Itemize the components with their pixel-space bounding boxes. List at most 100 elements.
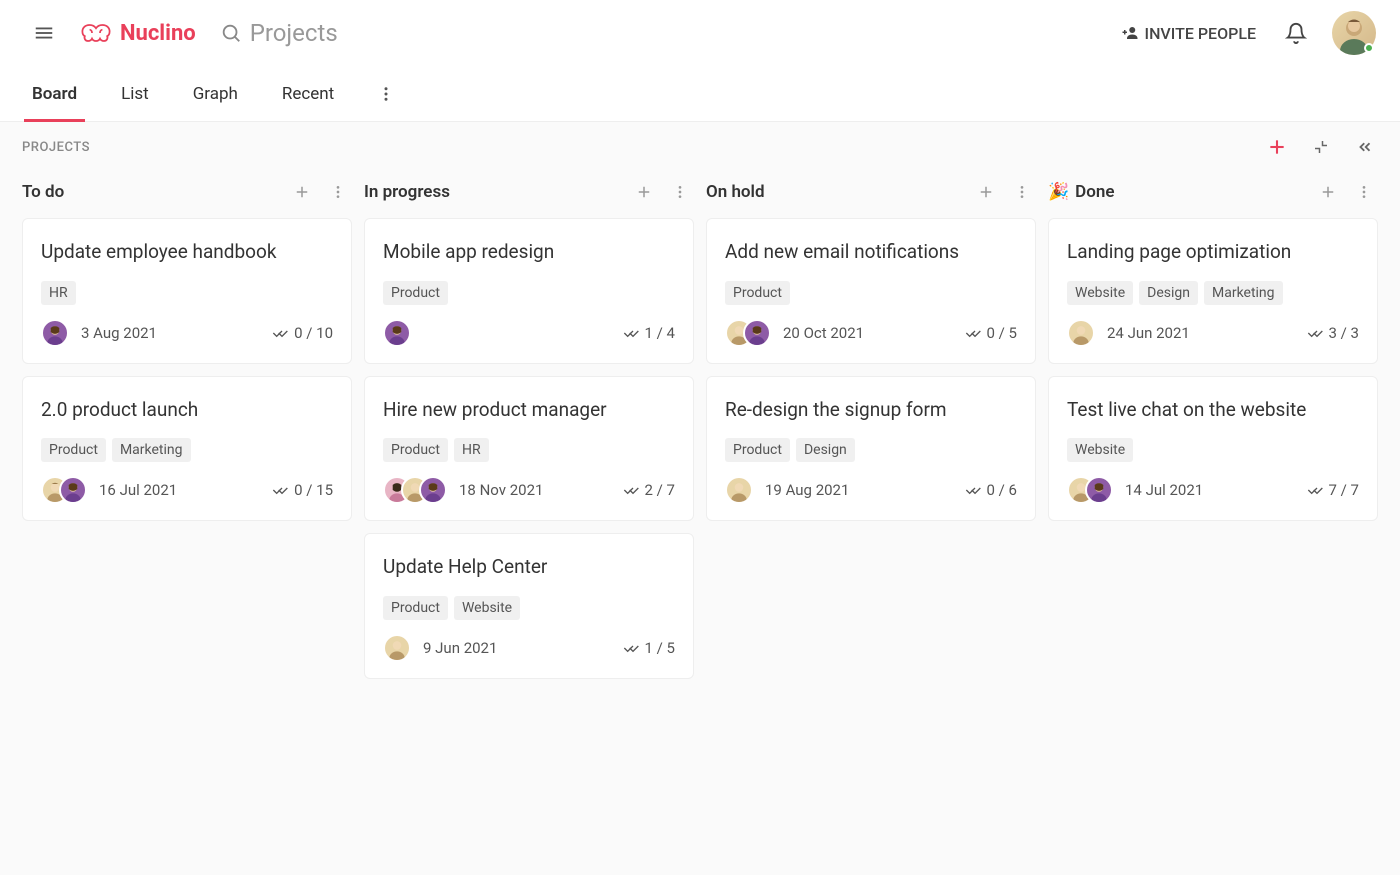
tag: Marketing (112, 438, 191, 462)
card-avatars (383, 319, 411, 347)
card[interactable]: Landing page optimization WebsiteDesignM… (1048, 218, 1378, 364)
column-done: 🎉 Done Landing page optimization Website… (1048, 172, 1378, 691)
board-header: PROJECTS (0, 122, 1400, 172)
avatar (725, 476, 753, 504)
checklist-icon (1307, 482, 1323, 498)
tab-label: Graph (193, 84, 238, 104)
app-header: Nuclino Projects INVITE PEOPLE (0, 0, 1400, 66)
card-date: 20 Oct 2021 (783, 324, 864, 342)
tab-list[interactable]: List (113, 66, 157, 122)
column-add-button[interactable] (1314, 178, 1342, 206)
add-button[interactable] (1264, 134, 1290, 160)
collapse-icon (1312, 138, 1330, 156)
card-title: Landing page optimization (1067, 239, 1359, 265)
plus-icon (635, 183, 653, 201)
tab-more-button[interactable] (370, 78, 402, 110)
tag: Marketing (1204, 281, 1283, 305)
notifications-button[interactable] (1276, 13, 1316, 53)
app-name: Nuclino (120, 21, 196, 46)
more-vertical-icon (330, 184, 346, 200)
avatar (383, 319, 411, 347)
search-icon (220, 22, 242, 44)
column-more-button[interactable] (324, 178, 352, 206)
avatar (59, 476, 87, 504)
avatar (1085, 476, 1113, 504)
checklist-icon (623, 325, 639, 341)
column-emoji: 🎉 (1048, 182, 1069, 202)
tab-label: List (121, 84, 149, 104)
view-tabs: Board List Graph Recent (0, 66, 1400, 122)
hide-panel-button[interactable] (1352, 134, 1378, 160)
card-title: Update Help Center (383, 554, 675, 580)
progress-text: 1 / 4 (645, 324, 676, 342)
card[interactable]: Test live chat on the website Website 14… (1048, 376, 1378, 522)
more-vertical-icon (377, 85, 395, 103)
more-vertical-icon (672, 184, 688, 200)
avatar (41, 319, 69, 347)
card-title: Update employee handbook (41, 239, 333, 265)
card[interactable]: Update Help Center ProductWebsite 9 Jun … (364, 533, 694, 679)
column-title: To do (22, 182, 64, 202)
tab-board[interactable]: Board (24, 66, 85, 122)
tab-recent[interactable]: Recent (274, 66, 342, 122)
hamburger-icon (33, 22, 55, 44)
column-inprogress: In progress Mobile app redesign Product … (364, 172, 694, 691)
card-avatars (41, 476, 87, 504)
tab-label: Board (32, 84, 77, 104)
card-avatars (1067, 476, 1113, 504)
search[interactable]: Projects (220, 19, 338, 47)
tag: Product (725, 281, 790, 305)
card-progress: 0 / 10 (272, 324, 333, 342)
checklist-icon (1307, 325, 1323, 341)
card-title: 2.0 product launch (41, 397, 333, 423)
tag: HR (454, 438, 489, 462)
card[interactable]: 2.0 product launch ProductMarketing 16 J… (22, 376, 352, 522)
card-title: Test live chat on the website (1067, 397, 1359, 423)
card-date: 19 Aug 2021 (765, 481, 849, 499)
card-progress: 7 / 7 (1307, 481, 1360, 499)
column-add-button[interactable] (288, 178, 316, 206)
card-progress: 2 / 7 (623, 481, 676, 499)
column-header: On hold (706, 172, 1036, 218)
board-columns: To do Update employee handbook HR 3 Aug … (0, 172, 1400, 691)
column-title: On hold (706, 182, 765, 202)
card[interactable]: Hire new product manager ProductHR 18 No… (364, 376, 694, 522)
tag: Product (383, 281, 448, 305)
tag: Website (454, 596, 520, 620)
invite-label: INVITE PEOPLE (1145, 24, 1256, 43)
column-header: 🎉 Done (1048, 172, 1378, 218)
column-add-button[interactable] (972, 178, 1000, 206)
card[interactable]: Re-design the signup form ProductDesign … (706, 376, 1036, 522)
tag: Design (796, 438, 855, 462)
invite-people-button[interactable]: INVITE PEOPLE (1109, 16, 1268, 51)
column-more-button[interactable] (1008, 178, 1036, 206)
card-progress: 1 / 4 (623, 324, 676, 342)
card[interactable]: Update employee handbook HR 3 Aug 2021 0… (22, 218, 352, 364)
card-date: 18 Nov 2021 (459, 481, 543, 499)
tab-label: Recent (282, 84, 334, 104)
card-date: 24 Jun 2021 (1107, 324, 1190, 342)
checklist-icon (623, 482, 639, 498)
column-more-button[interactable] (1350, 178, 1378, 206)
card[interactable]: Mobile app redesign Product 1 / 4 (364, 218, 694, 364)
app-logo[interactable]: Nuclino (80, 21, 196, 46)
online-indicator (1364, 43, 1374, 53)
column-onhold: On hold Add new email notifications Prod… (706, 172, 1036, 691)
card-progress: 0 / 5 (965, 324, 1018, 342)
progress-text: 2 / 7 (645, 481, 676, 499)
progress-text: 0 / 6 (987, 481, 1018, 499)
card-date: 9 Jun 2021 (423, 639, 497, 657)
hamburger-menu[interactable] (24, 13, 64, 53)
card[interactable]: Add new email notifications Product 20 O… (706, 218, 1036, 364)
card-avatars (1067, 319, 1095, 347)
user-avatar[interactable] (1332, 11, 1376, 55)
collapse-button[interactable] (1308, 134, 1334, 160)
column-title: Done (1075, 182, 1114, 202)
column-add-button[interactable] (630, 178, 658, 206)
card-avatars (383, 476, 447, 504)
tag: Design (1139, 281, 1198, 305)
tag: HR (41, 281, 76, 305)
column-more-button[interactable] (666, 178, 694, 206)
tab-graph[interactable]: Graph (185, 66, 246, 122)
card-date: 16 Jul 2021 (99, 481, 177, 499)
